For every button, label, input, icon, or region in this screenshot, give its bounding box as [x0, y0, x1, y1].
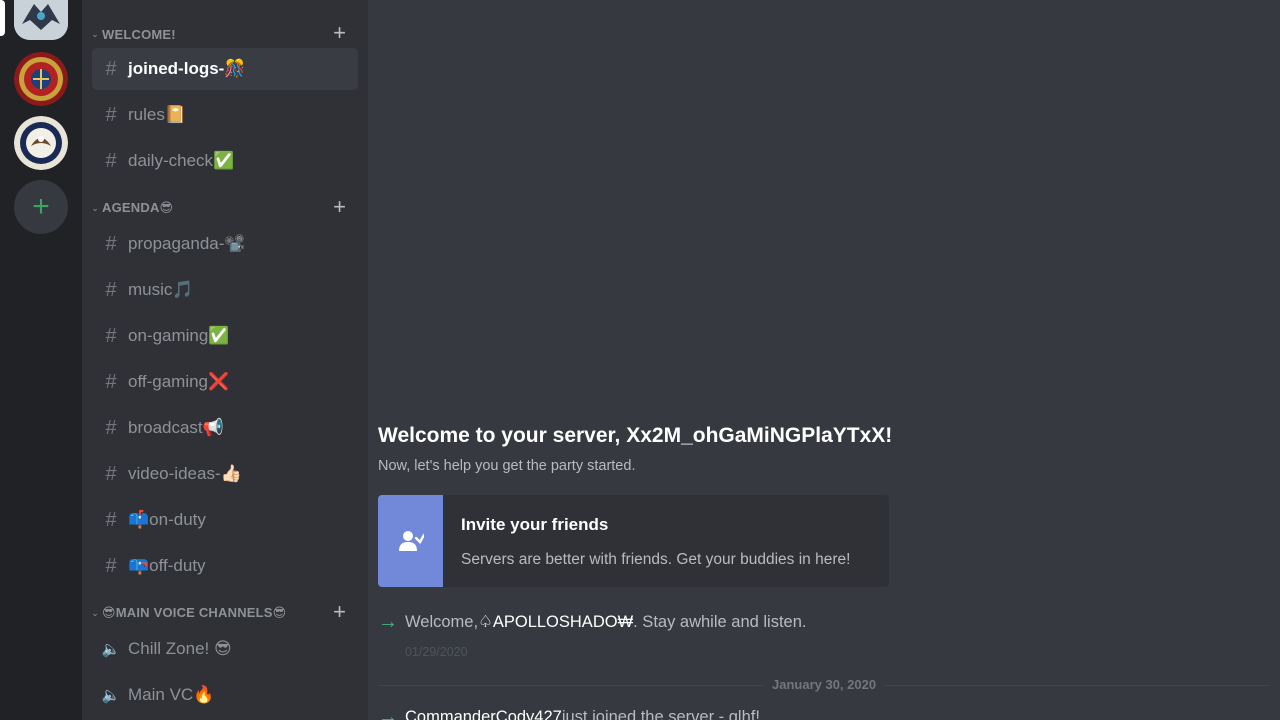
channel-sidebar: ⌄ WELCOME! + # joined-logs-🎊 # rules📔 # …: [82, 0, 368, 720]
hash-icon: #: [105, 278, 117, 301]
channel-daily-check[interactable]: # daily-check✅: [92, 140, 358, 182]
channel-music[interactable]: # music🎵: [92, 269, 358, 311]
hash-icon: #: [105, 508, 117, 531]
hash-icon: #: [105, 57, 117, 80]
message-timestamp: 01/29/2020: [405, 645, 468, 659]
hash-icon: #: [105, 554, 117, 577]
system-message: → CommanderCody427 just joined the serve…: [378, 705, 760, 720]
channel-label: broadcast📢: [128, 418, 224, 437]
channel-on-duty[interactable]: # 📫on-duty: [92, 499, 358, 541]
voice-channel-main-vc[interactable]: 🔈 Main VC🔥: [92, 674, 358, 716]
category-main-voice[interactable]: ⌄ 😎MAIN VOICE CHANNELS😎 +: [88, 599, 358, 625]
message-suffix: just joined the server - glhf!: [561, 707, 760, 720]
channel-joined-logs[interactable]: # joined-logs-🎊: [92, 48, 358, 90]
server-icon-gaming[interactable]: [14, 0, 68, 40]
join-arrow-icon: →: [378, 705, 398, 720]
channel-label: rules📔: [128, 105, 187, 124]
channel-off-duty[interactable]: # 📪off-duty: [92, 545, 358, 587]
voice-channel-chill-zone[interactable]: 🔈 Chill Zone! 😎: [92, 628, 358, 670]
plus-icon: +: [32, 190, 50, 223]
add-friend-icon: [398, 531, 424, 551]
selected-server-indicator: [0, 0, 5, 36]
channel-label: video-ideas-👍🏻: [128, 464, 242, 483]
channel-label: off-gaming❌: [128, 372, 230, 391]
marine-corps-seal-icon: [14, 52, 68, 106]
category-label: WELCOME!: [102, 26, 176, 42]
join-arrow-icon: →: [378, 610, 398, 633]
channel-rules[interactable]: # rules📔: [92, 94, 358, 136]
hash-icon: #: [105, 232, 117, 255]
category-agenda[interactable]: ⌄ AGENDA😎 +: [88, 194, 358, 220]
channel-off-gaming[interactable]: # off-gaming❌: [92, 361, 358, 403]
system-message: → Welcome, ♤APOLLOSHADO₩ . Stay awhile a…: [378, 610, 807, 634]
welcome-subtitle: Now, let's help you get the party starte…: [378, 458, 636, 474]
navy-seal-icon: [14, 116, 68, 170]
channel-propaganda[interactable]: # propaganda-📽️: [92, 223, 358, 265]
channel-label: music🎵: [128, 280, 194, 299]
username[interactable]: ♤APOLLOSHADO₩: [478, 612, 633, 632]
category-label: 😎MAIN VOICE CHANNELS😎: [102, 605, 287, 620]
chevron-down-icon: ⌄: [91, 28, 99, 39]
category-welcome[interactable]: ⌄ WELCOME! +: [88, 20, 358, 46]
chevron-down-icon: ⌄: [91, 607, 99, 618]
username[interactable]: CommanderCody427: [405, 708, 562, 720]
message-suffix: . Stay awhile and listen.: [633, 612, 807, 631]
channel-broadcast[interactable]: # broadcast📢: [92, 407, 358, 449]
hash-icon: #: [105, 149, 117, 172]
channel-label: 📪off-duty: [128, 556, 206, 575]
invite-icon-box: [378, 495, 443, 587]
chevron-down-icon: ⌄: [91, 202, 99, 213]
channel-label: Chill Zone! 😎: [128, 639, 232, 658]
add-server-button[interactable]: +: [14, 180, 68, 234]
channel-label: on-gaming✅: [128, 326, 230, 345]
hash-icon: #: [105, 324, 117, 347]
channel-label: 📫on-duty: [128, 510, 206, 529]
dragon-icon: [14, 0, 68, 40]
category-label: AGENDA😎: [102, 200, 174, 215]
speaker-icon: 🔈: [101, 641, 121, 658]
chat-area: Welcome to your server, Xx2M_ohGaMiNGPla…: [368, 0, 1280, 720]
date-divider-label: January 30, 2020: [764, 677, 885, 692]
channel-label: joined-logs-🎊: [128, 59, 246, 78]
server-rail: +: [0, 0, 82, 720]
channel-label: Main VC🔥: [128, 685, 215, 704]
hash-icon: #: [105, 103, 117, 126]
server-icon-marine-corps[interactable]: [14, 52, 68, 106]
channel-video-ideas[interactable]: # video-ideas-👍🏻: [92, 453, 358, 495]
hash-icon: #: [105, 370, 117, 393]
server-icon-navy[interactable]: [14, 116, 68, 170]
invite-description: Servers are better with friends. Get you…: [461, 551, 851, 568]
invite-title: Invite your friends: [461, 515, 609, 534]
create-channel-icon[interactable]: +: [333, 20, 346, 46]
channel-on-gaming[interactable]: # on-gaming✅: [92, 315, 358, 357]
create-channel-icon[interactable]: +: [333, 194, 346, 220]
hash-icon: #: [105, 462, 117, 485]
invite-friends-card[interactable]: Invite your friends Servers are better w…: [378, 495, 889, 587]
create-channel-icon[interactable]: +: [333, 599, 346, 625]
welcome-title: Welcome to your server, Xx2M_ohGaMiNGPla…: [378, 424, 893, 447]
message-prefix: Welcome,: [405, 612, 479, 631]
hash-icon: #: [105, 416, 117, 439]
channel-label: daily-check✅: [128, 151, 235, 170]
speaker-icon: 🔈: [101, 687, 121, 704]
channel-label: propaganda-📽️: [128, 234, 246, 253]
